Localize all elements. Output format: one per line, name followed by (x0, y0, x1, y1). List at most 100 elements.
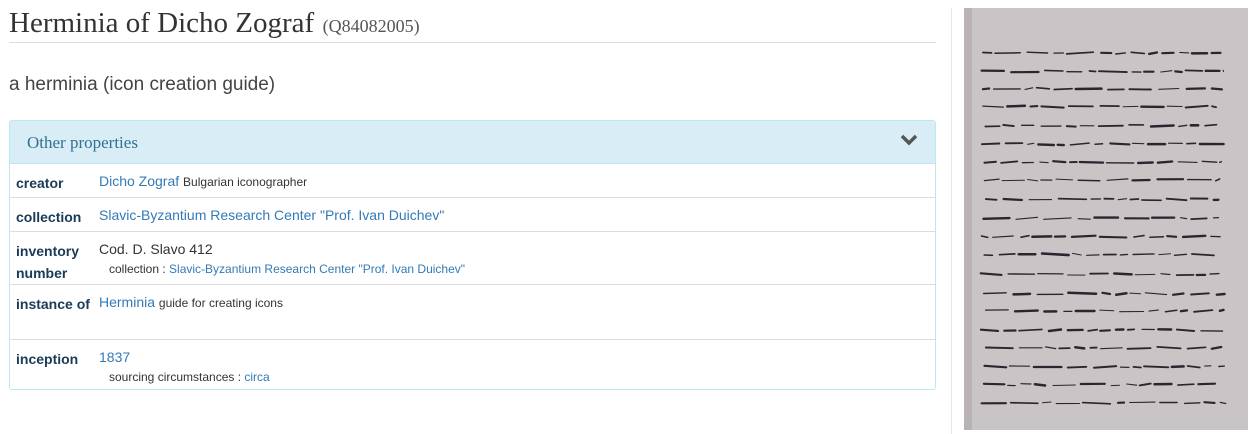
handwriting-stroke (1149, 124, 1175, 128)
handwriting-stroke (1201, 160, 1218, 163)
handwriting-stroke (1185, 87, 1206, 91)
panel-heading[interactable]: Other properties (10, 121, 935, 164)
property-row-inception: inception 1837 sourcing circumstances : … (10, 339, 935, 389)
handwriting-stroke (1114, 292, 1128, 296)
handwriting-stroke (1065, 125, 1077, 128)
property-row-creator: creator Dicho Zograf Bulgarian iconograp… (10, 164, 935, 197)
handwriting-stroke (1035, 86, 1051, 90)
collection-link[interactable]: Slavic-Byzantium Research Center "Prof. … (99, 207, 444, 223)
page-header: Herminia of Dicho Zograf (Q84082005) (9, 8, 936, 43)
handwriting-stroke (1204, 123, 1218, 127)
handwriting-stroke (1052, 384, 1076, 386)
property-label: creator (16, 175, 64, 191)
property-label: inventory number (16, 243, 80, 281)
column-divider (951, 8, 952, 434)
handwriting-stroke (1132, 253, 1155, 256)
instance-of-link[interactable]: Herminia (99, 294, 155, 310)
handwriting-stroke (982, 216, 1011, 221)
handwriting-stroke (1197, 382, 1217, 386)
handwriting-stroke (1002, 197, 1024, 202)
qualifier-label: sourcing circumstances : (109, 370, 242, 384)
handwriting-stroke (1067, 291, 1098, 295)
handwriting-stroke (1039, 161, 1049, 164)
handwriting-stroke (1210, 87, 1223, 91)
handwriting-stroke (1126, 347, 1152, 350)
handwriting-stroke (1066, 365, 1088, 369)
handwriting-stroke (1160, 273, 1171, 276)
handwriting-stroke (1177, 161, 1198, 163)
handwriting-stroke (1179, 309, 1189, 313)
qualifier: collection : Slavic-Byzantium Research C… (109, 259, 465, 279)
handwriting-stroke (1094, 143, 1104, 146)
handwriting-stroke (1026, 51, 1049, 54)
handwriting-stroke (1190, 217, 1208, 221)
handwriting-stroke (1006, 104, 1027, 108)
page-title: Herminia of Dicho Zograf (9, 7, 315, 39)
other-properties-panel: Other properties creator Dicho Zograf Bu… (9, 120, 936, 390)
value-description: guide for creating icons (158, 296, 283, 310)
handwriting-stroke (982, 382, 1006, 386)
handwriting-stroke (1215, 292, 1226, 296)
handwriting-stroke (1098, 235, 1128, 239)
qualifier-circa-link[interactable]: circa (244, 370, 269, 384)
chevron-down-icon[interactable] (900, 133, 918, 147)
property-label: collection (16, 209, 82, 225)
handwriting-stroke (982, 292, 1007, 295)
creator-link[interactable]: Dicho Zograf (99, 173, 179, 189)
handwriting-stroke (1171, 292, 1185, 296)
handwriting-stroke (1101, 291, 1112, 296)
item-id: (Q84082005) (322, 16, 420, 36)
value-description: Bulgarian iconographer (183, 175, 308, 189)
handwriting-stroke (1181, 234, 1207, 239)
handwriting-stroke (1113, 272, 1133, 276)
qualifier-collection-link[interactable]: Slavic-Byzantium Research Center "Prof. … (169, 262, 465, 276)
handwriting-stroke (1179, 51, 1190, 54)
handwriting-stroke (1040, 105, 1065, 109)
handwriting-stroke (1043, 69, 1064, 72)
handwriting-stroke (1088, 70, 1097, 73)
handwriting-stroke (1013, 309, 1039, 313)
handwriting-stroke (1156, 160, 1174, 164)
inventory-number-value: Cod. D. Slavo 412 (99, 241, 213, 257)
handwriting-stroke (1109, 142, 1131, 146)
handwriting-stroke (1177, 383, 1195, 386)
handwriting-stroke (1203, 401, 1216, 404)
handwriting-stroke (1218, 308, 1225, 312)
handwriting-stroke (980, 142, 1001, 146)
handwriting-stroke (1077, 179, 1101, 182)
inception-link[interactable]: 1837 (99, 349, 130, 365)
handwriting-stroke (981, 87, 991, 91)
handwriting-stroke (1077, 218, 1091, 220)
handwriting-stroke (1099, 329, 1111, 332)
handwriting-stroke (1147, 51, 1159, 56)
handwriting-stroke (1098, 70, 1128, 74)
handwriting-stroke (983, 160, 997, 164)
handwriting-stroke (1012, 292, 1032, 296)
handwriting-stroke (1143, 365, 1170, 369)
manuscript-handwriting (964, 8, 1248, 430)
panel-title: Other properties (27, 133, 138, 152)
handwriting-stroke (1166, 235, 1178, 238)
handwriting-stroke (1174, 70, 1183, 74)
handwriting-stroke (1037, 143, 1056, 147)
handwriting-stroke (1078, 160, 1105, 164)
handwriting-stroke (1074, 345, 1086, 350)
handwriting-stroke (979, 328, 1000, 332)
handwriting-stroke (1040, 252, 1070, 257)
handwriting-stroke (1002, 123, 1015, 128)
manuscript-image[interactable] (964, 8, 1248, 430)
handwriting-stroke (1209, 272, 1220, 275)
handwriting-stroke (983, 364, 1008, 369)
handwriting-stroke (984, 198, 998, 201)
qualifier-label: collection : (109, 262, 166, 276)
handwriting-stroke (1119, 253, 1129, 256)
handwriting-stroke (1190, 292, 1210, 296)
handwriting-stroke (1099, 309, 1115, 312)
handwriting-stroke (1183, 402, 1201, 405)
handwriting-stroke (1136, 161, 1154, 165)
handwriting-stroke (1184, 69, 1204, 72)
property-row-instance-of: instance of Herminia guide for creating … (10, 284, 935, 340)
handwriting-stroke (1070, 234, 1097, 238)
handwriting-stroke (1129, 198, 1140, 201)
property-label: instance of (16, 296, 90, 312)
